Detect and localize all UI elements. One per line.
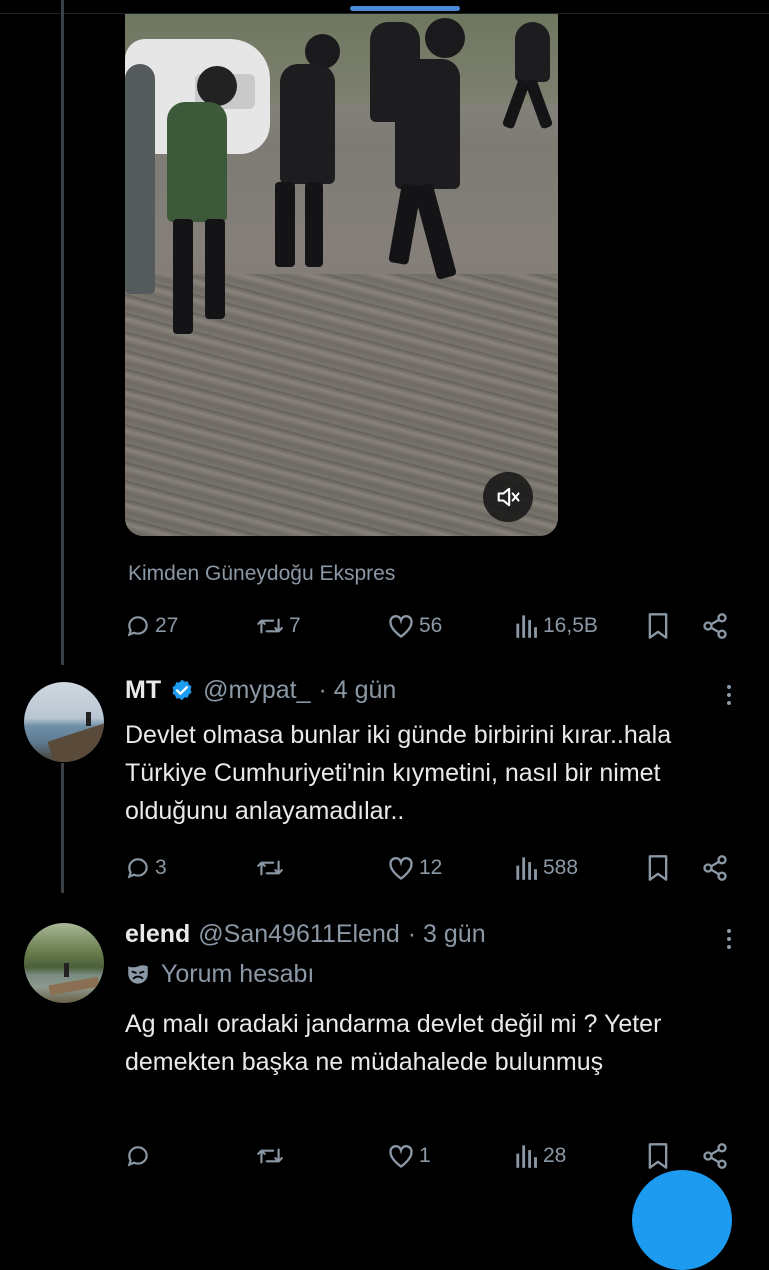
tweet-action-bar: 27 7 56 16,5B xyxy=(125,610,735,642)
reply-count: 3 xyxy=(155,856,167,879)
scroll-indicator xyxy=(350,6,460,11)
timestamp[interactable]: · 4 gün xyxy=(318,676,396,705)
bookmark-button[interactable] xyxy=(647,612,669,640)
display-name[interactable]: elend xyxy=(125,920,190,949)
user-handle[interactable]: @San49611Elend xyxy=(198,920,399,949)
display-name[interactable]: MT xyxy=(125,676,161,705)
tweet-source-label[interactable]: Kimden Güneydoğu Ekspres xyxy=(128,562,395,586)
tweet-action-bar: 3 12 588 xyxy=(125,852,735,884)
share-button[interactable] xyxy=(701,1142,729,1170)
more-options-button[interactable] xyxy=(722,685,736,705)
video-person xyxy=(173,219,193,334)
retweet-icon xyxy=(257,860,283,876)
views-button[interactable]: 16,5B xyxy=(515,613,598,639)
share-icon xyxy=(703,613,727,639)
video-person xyxy=(205,219,225,319)
video-person xyxy=(167,102,227,222)
share-icon xyxy=(703,1143,727,1169)
tweet-action-bar: 1 28 xyxy=(125,1140,735,1172)
account-label-text: Yorum hesabı xyxy=(161,960,315,988)
view-count: 588 xyxy=(543,856,579,879)
bookmark-button[interactable] xyxy=(647,1142,669,1170)
share-button[interactable] xyxy=(701,854,729,882)
retweet-icon xyxy=(257,618,283,634)
thread-connector-line xyxy=(61,0,64,665)
video-person xyxy=(125,64,155,294)
heart-icon xyxy=(389,615,413,638)
reply-header: elend @San49611Elend · 3 gün xyxy=(125,920,486,949)
speaker-muted-icon xyxy=(497,487,520,507)
like-count: 56 xyxy=(419,614,443,637)
reply-text: Ag malı oradaki jandarma devlet değil mi… xyxy=(125,1010,662,1076)
avatar[interactable] xyxy=(24,682,104,762)
bookmark-icon xyxy=(648,613,668,639)
verified-badge-icon xyxy=(169,678,195,704)
share-icon xyxy=(703,855,727,881)
reply-button[interactable]: 27 xyxy=(125,613,178,639)
reply-count: 27 xyxy=(155,614,179,637)
reply-icon xyxy=(127,616,148,637)
analytics-icon xyxy=(516,615,537,638)
view-count: 16,5B xyxy=(543,614,598,637)
video-person xyxy=(280,64,335,184)
timestamp[interactable]: · 3 gün xyxy=(408,920,486,949)
retweet-button[interactable] xyxy=(255,855,289,881)
like-count: 1 xyxy=(419,1144,431,1167)
view-count: 28 xyxy=(543,1144,567,1167)
like-button[interactable]: 1 xyxy=(387,1143,431,1169)
reply-header: MT @mypat_ · 4 gün xyxy=(125,676,396,705)
like-count: 12 xyxy=(419,856,443,879)
heart-icon xyxy=(389,1145,413,1168)
reply-icon xyxy=(127,1146,148,1167)
thread-connector-line xyxy=(61,763,64,893)
retweet-count: 7 xyxy=(289,614,301,637)
retweet-button[interactable]: 7 xyxy=(255,613,301,639)
theater-mask-icon xyxy=(128,964,148,984)
retweet-icon xyxy=(257,1148,283,1164)
video-person xyxy=(305,182,323,267)
retweet-button[interactable] xyxy=(255,1143,289,1169)
video-person xyxy=(413,183,457,280)
video-person xyxy=(515,22,550,82)
like-button[interactable]: 56 xyxy=(387,613,442,639)
reply-text: Devlet olmasa bunlar iki günde birbirini… xyxy=(125,721,672,825)
avatar[interactable] xyxy=(24,923,104,1003)
video-person xyxy=(395,59,460,189)
like-button[interactable]: 12 xyxy=(387,855,442,881)
video-person xyxy=(197,66,237,106)
analytics-icon xyxy=(516,1145,537,1168)
more-options-button[interactable] xyxy=(722,929,736,949)
reply-icon xyxy=(127,858,148,879)
compose-fab-button[interactable] xyxy=(632,1170,732,1270)
bookmark-icon xyxy=(648,1143,668,1169)
analytics-icon xyxy=(516,857,537,880)
bookmark-icon xyxy=(648,855,668,881)
reply-button[interactable]: 3 xyxy=(125,855,167,881)
account-label: Yorum hesabı xyxy=(125,960,314,989)
user-handle[interactable]: @mypat_ xyxy=(203,676,310,705)
views-button[interactable]: 588 xyxy=(515,855,578,881)
views-button[interactable]: 28 xyxy=(515,1143,566,1169)
video-person xyxy=(275,182,295,267)
bookmark-button[interactable] xyxy=(647,854,669,882)
video-person xyxy=(425,18,465,58)
heart-icon xyxy=(389,857,413,880)
tweet-video[interactable] xyxy=(125,14,558,536)
mute-button[interactable] xyxy=(483,472,533,522)
share-button[interactable] xyxy=(701,612,729,640)
reply-button[interactable] xyxy=(125,1143,155,1169)
